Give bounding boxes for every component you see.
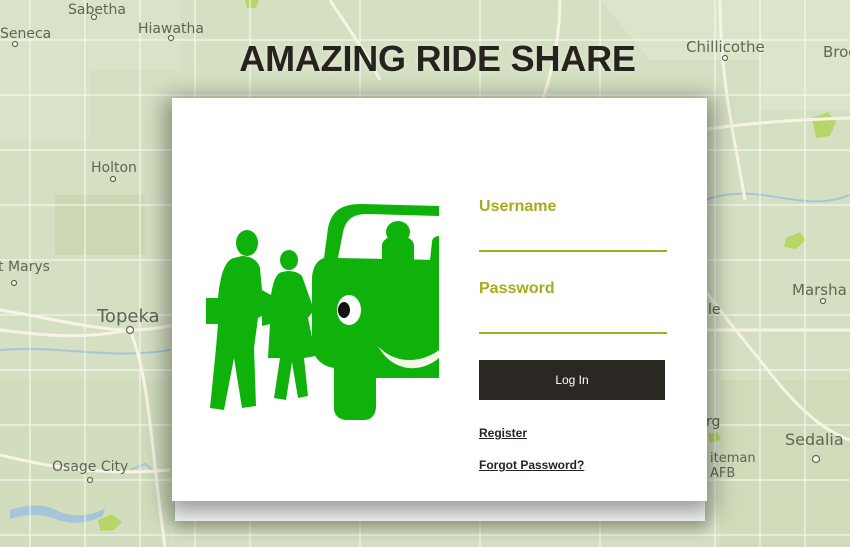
- map-label-partial-1: le: [708, 302, 721, 318]
- map-river: [704, 192, 850, 203]
- map-park: [245, 0, 259, 8]
- map-label-afb: AFB: [710, 466, 735, 481]
- username-input[interactable]: [479, 218, 667, 252]
- login-form: Username Password Log In Register Forgot…: [479, 198, 667, 472]
- register-link[interactable]: Register: [479, 426, 527, 440]
- map-park: [812, 112, 836, 138]
- username-label: Username: [479, 198, 557, 215]
- rideshare-family-car-icon: [206, 204, 439, 420]
- login-card: Username Password Log In Register Forgot…: [172, 98, 707, 501]
- map-label-osage-city: Osage City: [52, 459, 128, 475]
- map-label-st-marys: t Marys: [0, 259, 50, 275]
- map-label-marshall: Marsha: [792, 281, 847, 299]
- map-label-hiawatha: Hiawatha: [138, 21, 204, 37]
- login-card-footer: [175, 501, 705, 521]
- map-label-holton: Holton: [91, 160, 137, 176]
- password-input[interactable]: [479, 300, 667, 334]
- map-label-sabetha: Sabetha: [68, 2, 126, 18]
- forgot-password-link[interactable]: Forgot Password?: [479, 458, 584, 472]
- map-park: [784, 232, 806, 249]
- map-label-partial-2: rg: [706, 414, 720, 430]
- map-label-topeka: Topeka: [96, 306, 160, 327]
- map-terrain: [55, 195, 145, 255]
- login-button[interactable]: Log In: [479, 360, 665, 400]
- map-label-sedalia: Sedalia: [785, 430, 844, 449]
- site-title: AMAZING RIDE SHARE: [239, 38, 636, 79]
- map-label-whiteman: iteman: [710, 451, 756, 466]
- password-label: Password: [479, 280, 555, 297]
